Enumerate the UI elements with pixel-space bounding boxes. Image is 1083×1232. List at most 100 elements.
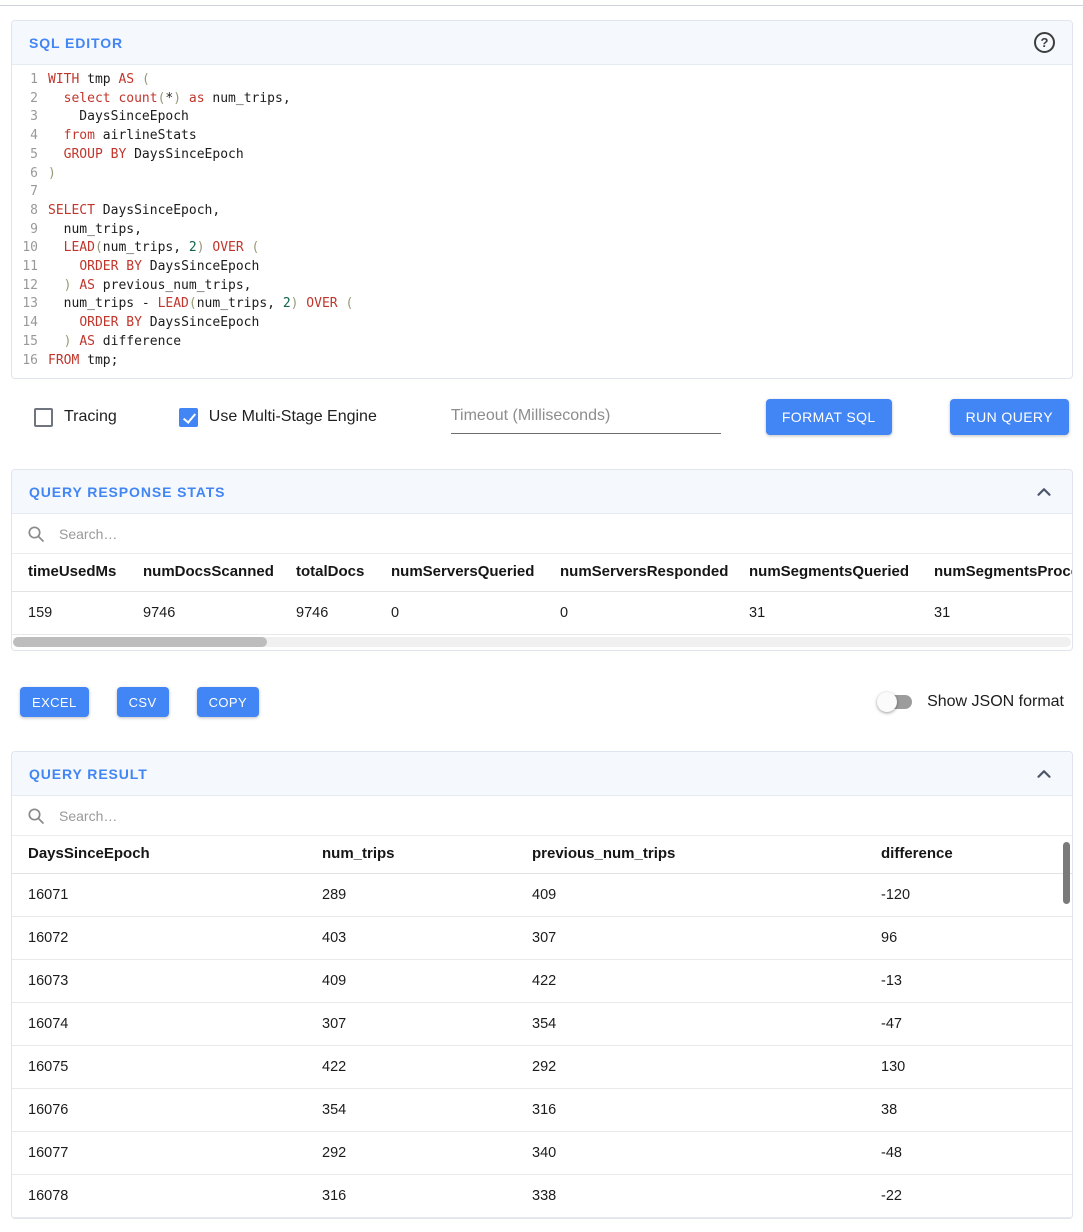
column-header[interactable]: numSegmentsQueried	[733, 554, 918, 592]
table-cell: 422	[516, 960, 865, 1003]
table-cell: 31	[918, 592, 1072, 635]
code-line[interactable]: 15 ) AS difference	[12, 333, 1072, 352]
code-line[interactable]: 16FROM tmp;	[12, 352, 1072, 371]
column-header[interactable]: numSegmentsProcessed	[918, 554, 1072, 592]
table-cell: -22	[865, 1175, 1072, 1218]
code-line[interactable]: 2 select count(*) as num_trips,	[12, 90, 1072, 109]
code-line[interactable]: 13 num_trips - LEAD(num_trips, 2) OVER (	[12, 295, 1072, 314]
table-cell: 289	[306, 874, 516, 917]
table-header-row: DaysSinceEpochnum_tripsprevious_num_trip…	[12, 836, 1072, 874]
query-console: SQL EDITOR ? 1WITH tmp AS (2 select coun…	[0, 6, 1083, 1219]
copy-button[interactable]: COPY	[197, 687, 259, 717]
result-table: DaysSinceEpochnum_tripsprevious_num_trip…	[12, 836, 1072, 1218]
result-search-input[interactable]	[57, 807, 1057, 825]
multistage-label[interactable]: Use Multi-Stage Engine	[209, 408, 377, 426]
chevron-up-icon[interactable]	[1033, 763, 1055, 785]
table-cell: 409	[306, 960, 516, 1003]
json-format-toggle[interactable]	[877, 692, 913, 712]
code-line[interactable]: 6)	[12, 165, 1072, 184]
table-cell: 338	[516, 1175, 865, 1218]
query-response-stats-panel: QUERY RESPONSE STATS timeUsedMsnumDocsSc…	[11, 469, 1073, 651]
code-text: SELECT DaysSinceEpoch,	[48, 202, 220, 221]
excel-button[interactable]: EXCEL	[20, 687, 89, 717]
table-cell: 307	[516, 917, 865, 960]
column-header[interactable]: numServersResponded	[544, 554, 733, 592]
code-line[interactable]: 4 from airlineStats	[12, 127, 1072, 146]
table-cell: 292	[306, 1132, 516, 1175]
table-header-row: timeUsedMsnumDocsScannedtotalDocsnumServ…	[12, 554, 1072, 592]
search-icon	[27, 525, 45, 543]
table-row: 16071289409-120	[12, 874, 1072, 917]
column-header[interactable]: totalDocs	[280, 554, 375, 592]
tracing-label[interactable]: Tracing	[64, 408, 117, 426]
line-number: 16	[12, 352, 48, 371]
query-result-panel: QUERY RESULT DaysSinceEpochnum_tripsprev…	[11, 751, 1073, 1219]
table-cell: 354	[516, 1003, 865, 1046]
code-text: )	[48, 165, 56, 184]
line-number: 4	[12, 127, 48, 146]
table-cell: -120	[865, 874, 1072, 917]
table-cell: 354	[306, 1089, 516, 1132]
table-cell: 307	[306, 1003, 516, 1046]
column-header[interactable]: previous_num_trips	[516, 836, 865, 874]
column-header[interactable]: timeUsedMs	[12, 554, 127, 592]
code-text: ) AS previous_num_trips,	[48, 277, 252, 296]
code-line[interactable]: 8SELECT DaysSinceEpoch,	[12, 202, 1072, 221]
code-line[interactable]: 3 DaysSinceEpoch	[12, 108, 1072, 127]
code-line[interactable]: 7	[12, 183, 1072, 202]
table-cell: 16072	[12, 917, 306, 960]
panel-title: QUERY RESPONSE STATS	[29, 484, 225, 500]
line-number: 14	[12, 314, 48, 333]
code-line[interactable]: 12 ) AS previous_num_trips,	[12, 277, 1072, 296]
stats-search-input[interactable]	[57, 525, 1057, 543]
json-format-label[interactable]: Show JSON format	[927, 693, 1064, 711]
timeout-input[interactable]	[451, 401, 721, 434]
table-cell: 159	[12, 592, 127, 635]
table-cell: 9746	[127, 592, 280, 635]
stats-panel-header[interactable]: QUERY RESPONSE STATS	[12, 470, 1072, 514]
table-row: 1607635431638	[12, 1089, 1072, 1132]
table-row: 16074307354-47	[12, 1003, 1072, 1046]
horizontal-scrollbar[interactable]	[13, 637, 1071, 647]
stats-table: timeUsedMsnumDocsScannedtotalDocsnumServ…	[12, 554, 1072, 635]
format-sql-button[interactable]: FORMAT SQL	[766, 399, 892, 435]
line-number: 10	[12, 239, 48, 258]
column-header[interactable]: numServersQueried	[375, 554, 544, 592]
code-line[interactable]: 11 ORDER BY DaysSinceEpoch	[12, 258, 1072, 277]
code-text: ORDER BY DaysSinceEpoch	[48, 314, 259, 333]
run-query-button[interactable]: RUN QUERY	[950, 399, 1069, 435]
column-header[interactable]: difference	[865, 836, 1072, 874]
csv-button[interactable]: CSV	[117, 687, 169, 717]
result-panel-header[interactable]: QUERY RESULT	[12, 752, 1072, 796]
tracing-checkbox[interactable]	[34, 408, 53, 427]
table-cell: 16077	[12, 1132, 306, 1175]
table-cell: 403	[306, 917, 516, 960]
code-line[interactable]: 1WITH tmp AS (	[12, 71, 1072, 90]
line-number: 2	[12, 90, 48, 109]
code-text: GROUP BY DaysSinceEpoch	[48, 146, 244, 165]
table-cell: 130	[865, 1046, 1072, 1089]
code-line[interactable]: 5 GROUP BY DaysSinceEpoch	[12, 146, 1072, 165]
column-header[interactable]: num_trips	[306, 836, 516, 874]
multistage-checkbox[interactable]	[179, 408, 198, 427]
code-text: DaysSinceEpoch	[48, 108, 189, 127]
help-icon[interactable]: ?	[1034, 32, 1055, 53]
column-header[interactable]: DaysSinceEpoch	[12, 836, 306, 874]
table-cell: 16071	[12, 874, 306, 917]
code-editor[interactable]: 1WITH tmp AS (2 select count(*) as num_t…	[12, 65, 1072, 378]
stats-table-wrap: timeUsedMsnumDocsScannedtotalDocsnumServ…	[12, 554, 1072, 635]
sql-editor-header[interactable]: SQL EDITOR ?	[12, 21, 1072, 65]
vertical-scrollbar-thumb[interactable]	[1063, 842, 1070, 904]
code-text: num_trips,	[48, 221, 142, 240]
code-line[interactable]: 14 ORDER BY DaysSinceEpoch	[12, 314, 1072, 333]
chevron-up-icon[interactable]	[1033, 481, 1055, 503]
code-area[interactable]: 1WITH tmp AS (2 select count(*) as num_t…	[12, 71, 1072, 370]
table-cell: 409	[516, 874, 865, 917]
code-line[interactable]: 10 LEAD(num_trips, 2) OVER (	[12, 239, 1072, 258]
horizontal-scrollbar-thumb[interactable]	[13, 637, 267, 647]
code-text: num_trips - LEAD(num_trips, 2) OVER (	[48, 295, 353, 314]
code-line[interactable]: 9 num_trips,	[12, 221, 1072, 240]
table-cell: 38	[865, 1089, 1072, 1132]
column-header[interactable]: numDocsScanned	[127, 554, 280, 592]
code-text: ORDER BY DaysSinceEpoch	[48, 258, 259, 277]
